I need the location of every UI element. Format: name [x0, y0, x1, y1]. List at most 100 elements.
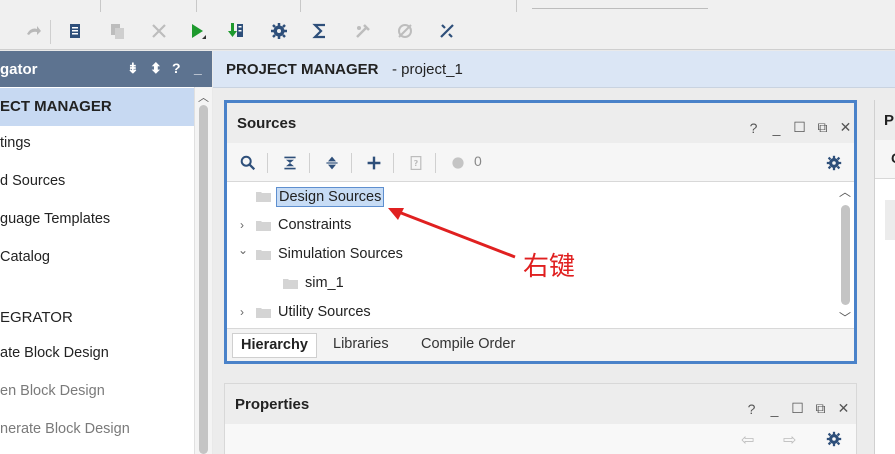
nav-item-create-block-design[interactable]: ate Block Design [0, 345, 109, 361]
nav-item-language-templates[interactable]: guage Templates [0, 211, 110, 227]
flow-navigator: gator ⇟ ⬍ ? _ ECT MANAGER tings d Source… [0, 51, 212, 454]
menu-strip [0, 0, 895, 12]
folder-icon [256, 308, 271, 318]
quick-access-field[interactable] [532, 8, 708, 9]
scroll-up-icon[interactable]: ︿ [839, 183, 851, 200]
help-icon[interactable]: ? [172, 60, 181, 76]
tree-scrollbar[interactable]: ︿ ﹀ [837, 183, 854, 328]
nav-section-project-manager[interactable]: ECT MANAGER [0, 88, 194, 126]
close-icon[interactable]: ✕ [837, 119, 854, 136]
minimize-icon[interactable]: _ [194, 60, 202, 76]
redo-icon[interactable] [22, 20, 44, 42]
nav-item-open-block-design[interactable]: en Block Design [0, 383, 105, 399]
tools-icon[interactable] [352, 20, 374, 42]
float-icon[interactable]: ⧉ [814, 119, 831, 136]
sources-tabs: Hierarchy Libraries Compile Order [227, 328, 854, 361]
toolbar-separator [309, 153, 310, 173]
main-toolbar [0, 0, 895, 50]
properties-doc-icon[interactable]: ? [405, 152, 427, 174]
right-panel-title: P [884, 112, 895, 129]
sources-toolbar: ? 0 [227, 143, 854, 182]
folder-icon [256, 250, 271, 260]
navigator-scrollbar[interactable]: ︿ [194, 87, 212, 454]
scroll-thumb[interactable] [199, 105, 208, 454]
tree-label[interactable]: Constraints [276, 216, 353, 234]
annotation-arrow [388, 208, 516, 259]
nav-item-add-sources[interactable]: d Sources [0, 173, 65, 189]
svg-text:?: ? [414, 159, 419, 168]
tab-hierarchy[interactable]: Hierarchy [232, 333, 317, 358]
navigator-body: ECT MANAGER tings d Sources guage Templa… [0, 87, 194, 454]
properties-title: Properties [235, 396, 310, 413]
nav-item-settings[interactable]: tings [0, 135, 31, 151]
right-panel-subheader: C [875, 140, 895, 179]
download-icon[interactable] [226, 20, 248, 42]
properties-toolbar: ⇦ ⇨ [225, 424, 856, 454]
status-circle-icon [447, 152, 469, 174]
menu-separator [100, 0, 101, 12]
nav-item-ip-catalog[interactable]: Catalog [0, 249, 50, 265]
right-panel-block [885, 200, 895, 240]
close-icon[interactable]: ✕ [835, 400, 852, 417]
scroll-down-icon[interactable]: ﹀ [839, 309, 851, 326]
help-icon[interactable]: ? [743, 400, 760, 417]
cut-wire-icon[interactable] [436, 20, 458, 42]
search-icon[interactable] [237, 152, 259, 174]
expand-chevron-icon[interactable]: › [240, 218, 244, 232]
maximize-icon[interactable]: ☐ [789, 400, 806, 417]
project-manager-header: PROJECT MANAGER - project_1 [213, 51, 895, 88]
settings-icon[interactable] [268, 20, 290, 42]
collapse-all-icon[interactable] [279, 152, 301, 174]
expand-chevron-icon[interactable]: › [240, 305, 244, 319]
copy-icon[interactable] [106, 20, 128, 42]
folder-icon [256, 192, 271, 202]
collapse-chevron-icon[interactable]: ⌄ [238, 243, 248, 257]
gear-icon[interactable] [823, 152, 845, 174]
gear-icon[interactable] [825, 430, 843, 451]
properties-window-controls: ? _ ☐ ⧉ ✕ [743, 400, 852, 417]
forward-arrow-icon[interactable]: ⇨ [783, 430, 796, 450]
annotation-text: 右键 [523, 252, 576, 282]
right-panel-sub: C [891, 150, 895, 166]
float-icon[interactable]: ⧉ [812, 400, 829, 417]
sources-panel: Sources ? _ ☐ ⧉ ✕ ? 0 Design Sources › C… [224, 100, 857, 364]
page-title: PROJECT MANAGER [226, 61, 379, 78]
scroll-up-icon[interactable]: ︿ [198, 89, 209, 105]
tree-row-utility-sources[interactable]: › Utility Sources [227, 299, 837, 327]
collapse-all-icon[interactable]: ⇟ [127, 60, 139, 77]
maximize-icon[interactable]: ☐ [791, 119, 808, 136]
scroll-thumb[interactable] [841, 205, 850, 305]
tree-row-design-sources[interactable]: Design Sources [227, 183, 837, 211]
toolbar-separator [50, 20, 51, 44]
right-panel-header: P [875, 100, 895, 140]
run-icon[interactable] [186, 20, 208, 42]
tab-libraries[interactable]: Libraries [325, 333, 397, 358]
expand-all-icon[interactable] [321, 152, 343, 174]
tree-label[interactable]: Utility Sources [276, 303, 373, 321]
tree-label[interactable]: Design Sources [276, 187, 385, 207]
disabled-icon[interactable] [394, 20, 416, 42]
add-sources-icon[interactable] [363, 152, 385, 174]
toolbar-separator [435, 153, 436, 173]
project-name: - project_1 [392, 61, 463, 78]
minimize-icon[interactable]: _ [766, 400, 783, 417]
sources-window-controls: ? _ ☐ ⧉ ✕ [745, 119, 854, 136]
nav-section-ip-integrator[interactable]: EGRATOR [0, 299, 194, 337]
sources-title: Sources [237, 115, 297, 132]
report-icon[interactable] [64, 20, 86, 42]
folder-icon [256, 221, 271, 231]
delete-icon[interactable] [148, 20, 170, 42]
help-icon[interactable]: ? [745, 119, 762, 136]
tab-compile-order[interactable]: Compile Order [413, 333, 523, 358]
tree-label[interactable]: sim_1 [303, 274, 346, 292]
folder-icon [283, 279, 298, 289]
back-arrow-icon[interactable]: ⇦ [741, 430, 754, 450]
tree-row-constraints[interactable]: › Constraints [227, 212, 837, 240]
toolbar-separator [267, 153, 268, 173]
expand-all-icon[interactable]: ⬍ [150, 60, 162, 77]
properties-panel: Properties ? _ ☐ ⧉ ✕ ⇦ ⇨ [224, 383, 857, 454]
sigma-icon[interactable] [309, 20, 331, 42]
nav-item-generate-block-design[interactable]: nerate Block Design [0, 421, 130, 437]
minimize-icon[interactable]: _ [768, 119, 785, 136]
properties-title-bar: Properties ? _ ☐ ⧉ ✕ [225, 384, 856, 424]
